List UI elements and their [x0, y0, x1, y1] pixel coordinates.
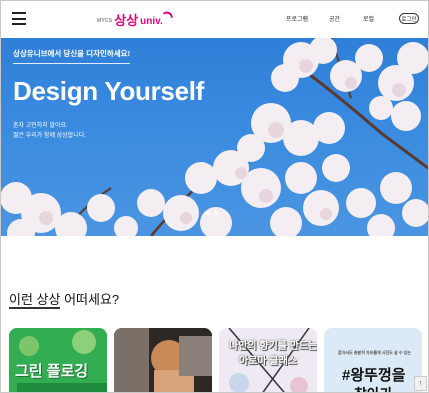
card-4-title-2: 찾아가 . — [354, 384, 400, 392]
program-card-4[interactable]: 혼자서도 충분히 자유롭게 사진도 살 수 있는 #왕뚜껑을 찾아가 . — [324, 328, 422, 392]
logo-mark-icon — [162, 9, 173, 21]
section-title-highlight: 이런 상상 — [9, 292, 61, 309]
card-1-title: 그린 플로깅 — [15, 363, 89, 380]
logo-univ-text: univ. — [140, 16, 163, 27]
hero-desc-line-2: 젊은 우리가 함께 상상합니다. — [13, 133, 86, 139]
card-3-title-line-1: 나만의 향기를 만드는 — [229, 341, 317, 352]
page-frame: MYCS 상상 univ. 프로그램 공간 로컬 로그인 상상유니브에서 당신을… — [0, 0, 429, 393]
nav-program[interactable]: 프로그램 — [286, 14, 308, 23]
menu-icon[interactable] — [12, 12, 26, 25]
hero-desc-line-1: 혼자 고민하지 말아요. — [13, 123, 68, 129]
login-button[interactable]: 로그인 — [399, 13, 419, 24]
card-4-small-text: 혼자서도 충분히 자유롭게 사진도 살 수 있는 — [338, 350, 411, 355]
slide-indicators — [206, 211, 218, 215]
card-4-title: #왕뚜껑을 — [342, 367, 406, 384]
hero-description: 혼자 고민하지 말아요. 젊은 우리가 함께 상상합니다. — [13, 121, 86, 141]
slide-dot-1[interactable] — [206, 211, 210, 215]
section-title: 이런 상상 어떠세요? — [9, 289, 120, 309]
hero-banner: 상상유니브에서 당신을 디자인하세요! Design Yourself 혼자 고… — [1, 38, 428, 236]
program-card-3[interactable]: 나만의 향기를 만드는 아로마 클래스 — [219, 328, 317, 392]
logo-small-text: MYCS — [97, 18, 113, 24]
program-card-1[interactable]: 그린 플로깅 — [9, 328, 107, 392]
logo-main-text: 상상 — [114, 13, 139, 28]
logo[interactable]: MYCS 상상 univ. — [97, 9, 173, 29]
hero-title: Design Yourself — [13, 76, 205, 106]
arrow-up-icon: ↑ — [418, 380, 423, 387]
hero-subtitle: 상상유니브에서 당신을 디자인하세요! — [13, 48, 131, 64]
nav-space[interactable]: 공간 — [329, 14, 340, 23]
nav-local[interactable]: 로컬 — [363, 14, 374, 23]
scroll-top-button[interactable]: ↑ — [414, 376, 427, 391]
card-3-title-line-2: 아로마 클래스 — [239, 356, 297, 367]
header: MYCS 상상 univ. 프로그램 공간 로컬 로그인 — [1, 1, 428, 37]
program-card-2[interactable] — [114, 328, 212, 392]
slide-dot-2[interactable] — [214, 211, 218, 215]
section-title-rest: 어떠세요? — [60, 292, 120, 307]
card-2-photo — [114, 328, 212, 392]
